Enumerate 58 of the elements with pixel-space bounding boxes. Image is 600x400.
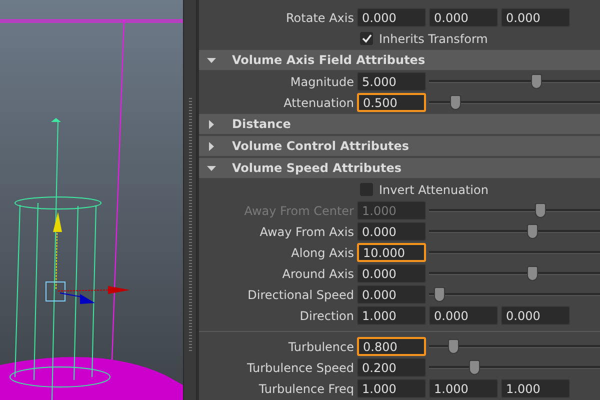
- attribute-label: Turbulence: [288, 338, 354, 356]
- attribute-label: Direction: [300, 308, 354, 324]
- slider[interactable]: [429, 286, 600, 302]
- checkbox[interactable]: [360, 32, 373, 45]
- triangle-right-icon: [207, 120, 216, 128]
- checkbox[interactable]: [360, 183, 373, 196]
- attribute-label: Directional Speed: [248, 286, 354, 304]
- number-field[interactable]: 0.500: [357, 93, 426, 112]
- number-field[interactable]: 1.000: [429, 379, 498, 398]
- slider[interactable]: [429, 224, 600, 240]
- attribute-label: Turbulence Freq: [258, 380, 354, 398]
- attribute-label: Magnitude: [290, 74, 354, 90]
- number-field[interactable]: 10.000: [357, 243, 426, 262]
- attribute-label: Around Axis: [282, 266, 354, 282]
- number-field[interactable]: 0.000: [501, 8, 570, 27]
- slider-thumb[interactable]: [526, 224, 538, 238]
- attribute-label: Turbulence Speed: [246, 360, 354, 376]
- number-field[interactable]: 0.000: [357, 8, 426, 27]
- attribute-label: Away From Axis: [260, 224, 354, 240]
- scroll-grip-icon: [188, 98, 192, 353]
- attribute-label: Rotate Axis: [286, 10, 354, 26]
- triangle-down-icon: [207, 164, 216, 172]
- number-field[interactable]: 0.200: [357, 358, 426, 377]
- slider-thumb[interactable]: [450, 94, 461, 110]
- section-header[interactable]: Volume Speed Attributes: [199, 158, 600, 178]
- checkmark-icon: [362, 34, 372, 43]
- triangle-right-icon: [207, 142, 216, 150]
- slider-thumb[interactable]: [469, 360, 480, 374]
- slider-thumb[interactable]: [531, 74, 542, 88]
- attribute-label: Attenuation: [284, 94, 354, 112]
- slider-thumb[interactable]: [448, 338, 460, 354]
- number-field[interactable]: 0.800: [357, 337, 426, 356]
- triangle-down-icon: [207, 56, 216, 64]
- slider[interactable]: [429, 266, 600, 282]
- number-field[interactable]: 0.000: [501, 306, 570, 325]
- section-header[interactable]: Volume Control Attributes: [199, 136, 600, 156]
- number-field[interactable]: 5.000: [357, 72, 426, 91]
- number-field[interactable]: 1.000: [501, 379, 570, 398]
- slider[interactable]: [429, 94, 600, 110]
- number-field[interactable]: 0.000: [357, 264, 426, 283]
- section-header[interactable]: Volume Axis Field Attributes: [199, 50, 600, 70]
- attribute-label: Along Axis: [291, 244, 354, 262]
- slider[interactable]: [429, 74, 600, 90]
- slider[interactable]: [429, 202, 600, 218]
- number-field[interactable]: 0.000: [429, 306, 498, 325]
- slider-thumb[interactable]: [526, 266, 538, 280]
- number-field[interactable]: 0.000: [357, 285, 426, 304]
- slider[interactable]: [429, 360, 600, 376]
- checkbox-label: Inherits Transform: [379, 30, 488, 48]
- slider[interactable]: [429, 338, 600, 354]
- number-field[interactable]: 1.000: [357, 306, 426, 325]
- number-field[interactable]: 0.000: [357, 222, 426, 241]
- number-field[interactable]: 1.000: [357, 379, 426, 398]
- scrollbar[interactable]: [183, 0, 197, 400]
- checkbox-label: Invert Attenuation: [379, 182, 488, 198]
- slider-thumb[interactable]: [434, 286, 445, 302]
- section-header[interactable]: Distance: [199, 114, 600, 134]
- number-field[interactable]: 0.000: [429, 8, 498, 27]
